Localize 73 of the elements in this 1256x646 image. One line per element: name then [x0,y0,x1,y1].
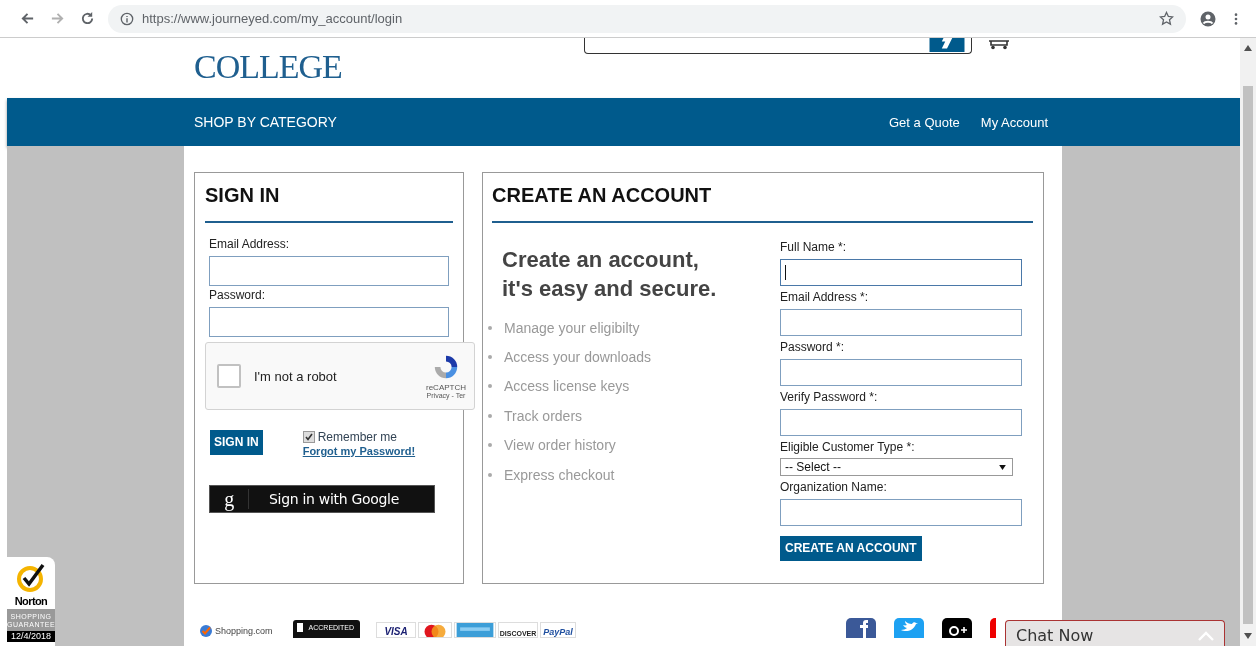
paypal-logo: PayPal [540,622,577,638]
benefit-text: Access license keys [504,378,630,395]
chat-label: Chat Now [1016,626,1094,645]
field-label: Email Address *: [780,290,870,304]
customer-type-dropdown[interactable]: -- Select -- [780,458,1013,476]
youtube-icon[interactable] [990,618,997,638]
recaptcha-icon [432,353,460,381]
benefit-text: Express checkout [504,466,615,483]
bullet-icon [488,443,492,448]
create-account-button[interactable]: CREATE AN ACCOUNT [780,536,922,561]
search-field[interactable] [583,38,972,54]
benefit-text: Track orders [504,407,583,424]
scrollbar[interactable] [1240,38,1256,646]
google-sign-in-button[interactable]: g Sign in with Google [209,485,435,513]
input-field[interactable] [780,309,1022,336]
menu-icon[interactable] [1234,11,1238,26]
field-label: Password: [209,288,267,302]
field-label: Email Address: [209,237,291,251]
url-text: https://www.journeyed.com/my_account/login [142,11,404,26]
norton-date: 12/4/2018 [7,631,55,642]
recaptcha-brand: reCAPTCH [426,383,466,392]
amex-logo [454,622,497,638]
twitter-icon[interactable] [894,618,925,638]
benefit-text: View order history [504,437,616,454]
input-field[interactable] [209,307,449,337]
star-icon[interactable] [1159,11,1174,26]
reload-icon[interactable] [80,11,95,26]
remember-me-checkbox[interactable]: Remember me [302,430,416,444]
bullet-icon [488,355,492,360]
google-plus-icon[interactable] [942,618,973,638]
norton-brand: Norton [14,595,48,607]
scroll-up-icon[interactable] [1244,45,1252,51]
shopping-badge[interactable]: Shopping.com [199,624,273,638]
info-icon[interactable] [120,11,134,26]
college-logo[interactable]: COLLEGE [194,52,342,82]
panel-title: SIGN IN [205,183,281,207]
nav-link[interactable]: Get a Quote [888,114,960,130]
mastercard-logo [418,622,453,638]
cart-icon[interactable] [987,40,1010,50]
field-label: Password *: [780,340,846,354]
back-icon[interactable] [20,11,35,26]
panel-title: CREATE AN ACCOUNT [492,183,713,207]
bullet-icon [488,413,492,418]
bullet-icon [488,472,492,477]
input-field[interactable] [780,359,1022,386]
captcha-label: I'm not a robot [254,368,338,384]
category-menu[interactable]: SHOP BY CATEGORY [194,114,337,130]
tagline: Create an account, it's easy and secure. [502,246,718,303]
input-field[interactable] [780,409,1022,436]
input-field[interactable] [209,256,449,286]
input-field[interactable] [780,259,1022,286]
scroll-down-icon[interactable] [1244,633,1252,639]
nav-link[interactable]: My Account [980,114,1048,130]
address-bar[interactable]: https://www.journeyed.com/my_account/login [108,4,1186,33]
benefit-text: Access your downloads [504,349,652,366]
check-icon [303,432,314,442]
field-label: Full Name *: [780,240,848,254]
captcha-checkbox[interactable] [217,364,241,388]
account-icon[interactable] [1200,10,1216,27]
dropdown-arrow-icon [999,464,1006,470]
visa-logo: VISA [376,622,417,638]
checkmark-icon [16,563,46,593]
chat-widget[interactable]: Chat Now [1005,620,1225,646]
field-label: Eligible Customer Type *: [780,440,916,454]
bullet-icon [488,325,492,330]
bullet-icon [488,384,492,389]
benefit-text: Manage your eligibilty [504,319,640,336]
input-field[interactable] [780,499,1022,526]
field-label: Organization Name: [780,480,888,494]
facebook-icon[interactable] [846,618,877,638]
sign-in-button[interactable]: SIGN IN [210,430,263,455]
forgot-password-link[interactable]: Forgot my Password! [302,445,416,457]
field-label: Verify Password *: [780,390,879,404]
